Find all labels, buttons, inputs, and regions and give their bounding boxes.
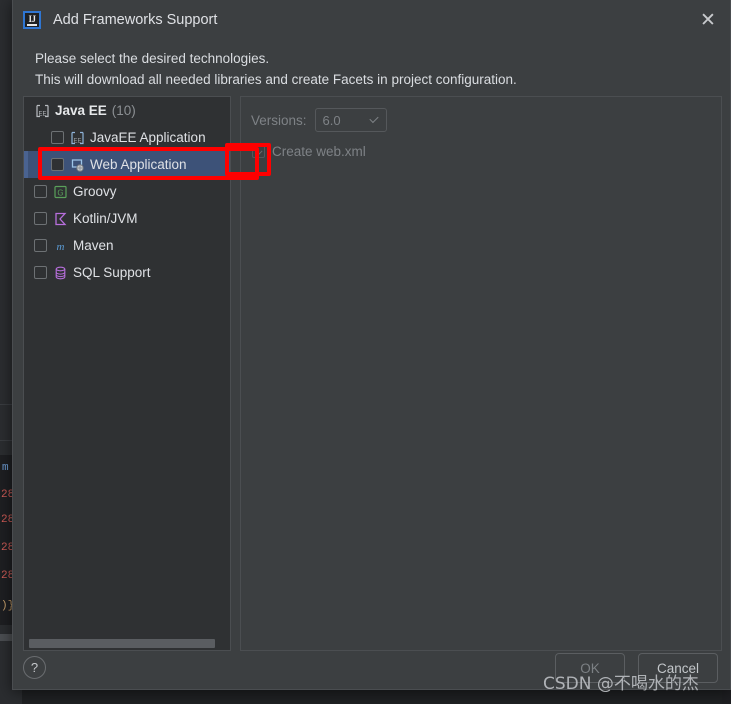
dialog-body: EE Java EE (10) EE JavaEE Application We… [13,96,731,651]
tree-item-kotlin-jvm[interactable]: Kotlin/JVM [24,205,230,232]
checkbox-kotlin-jvm[interactable] [34,212,47,225]
javaee-application-icon: EE [69,130,86,146]
java-ee-icon: EE [34,103,51,119]
versions-dropdown[interactable]: 6.0 [314,108,387,132]
tree-item-label: Maven [73,238,114,253]
groovy-icon: G [52,184,69,200]
tree-item-label: Kotlin/JVM [73,211,138,226]
versions-label: Versions: [251,112,307,128]
checkbox-maven[interactable] [34,239,47,252]
maven-icon: m [52,238,69,254]
description-line-1: Please select the desired technologies. [35,51,270,66]
frameworks-tree[interactable]: EE Java EE (10) EE JavaEE Application We… [23,96,231,651]
dialog-titlebar: IJ Add Frameworks Support ✕ [13,0,730,40]
versions-row: Versions: 6.0 [251,107,721,133]
web-application-icon [69,157,86,173]
tree-horizontal-scrollbar[interactable] [24,636,230,650]
sql-support-icon [52,265,69,281]
tree-item-web-application[interactable]: Web Application [24,151,230,178]
watermark-text: CSDN @不喝水的杰 [543,674,699,694]
tree-item-label: Java EE [55,103,107,118]
chevron-down-icon [368,113,379,124]
dialog-description: Please select the desired technologies. … [13,40,730,90]
svg-text:m: m [57,241,65,253]
tree-item-count: (10) [111,103,136,118]
checkbox-groovy[interactable] [34,185,47,198]
tree-item-label: JavaEE Application [90,130,206,145]
checkbox-web-application[interactable] [51,158,64,171]
scrollbar-thumb[interactable] [29,639,215,648]
svg-text:EE: EE [38,111,46,117]
tree-item-label: SQL Support [73,265,151,280]
logo-text: IJ [27,13,37,26]
background-code-keyword: m [2,462,9,474]
kotlin-icon [52,211,69,227]
checkbox-sql-support[interactable] [34,266,47,279]
description-line-2: This will download all needed libraries … [35,72,517,87]
checkbox-javaee-application[interactable] [51,131,64,144]
tree-item-sql-support[interactable]: SQL Support [24,259,230,286]
help-button[interactable]: ? [23,656,46,679]
create-webxml-row[interactable]: Create web.xml [252,139,721,163]
checkbox-create-webxml[interactable] [252,144,265,158]
tree-item-javaee-application[interactable]: EE JavaEE Application [24,124,230,151]
screen: m 28 28 28 28 )} i6 IJ Add Frameworks Su… [0,0,731,704]
svg-text:G: G [57,188,63,197]
close-icon[interactable]: ✕ [696,8,720,32]
tree-item-java-ee[interactable]: EE Java EE (10) [24,97,230,124]
create-webxml-label: Create web.xml [272,143,366,159]
svg-text:EE: EE [73,138,81,144]
tree-item-label: Groovy [73,184,117,199]
tree-item-groovy[interactable]: G Groovy [24,178,230,205]
versions-selected-value: 6.0 [322,112,341,128]
intellij-idea-logo-icon: IJ [23,11,41,29]
tree-item-label: Web Application [90,157,187,172]
add-frameworks-support-dialog: IJ Add Frameworks Support ✕ Please selec… [12,0,731,690]
framework-details-panel: Versions: 6.0 Create web.xml [240,96,722,651]
dialog-title: Add Frameworks Support [53,12,218,28]
tree-item-maven[interactable]: m Maven [24,232,230,259]
